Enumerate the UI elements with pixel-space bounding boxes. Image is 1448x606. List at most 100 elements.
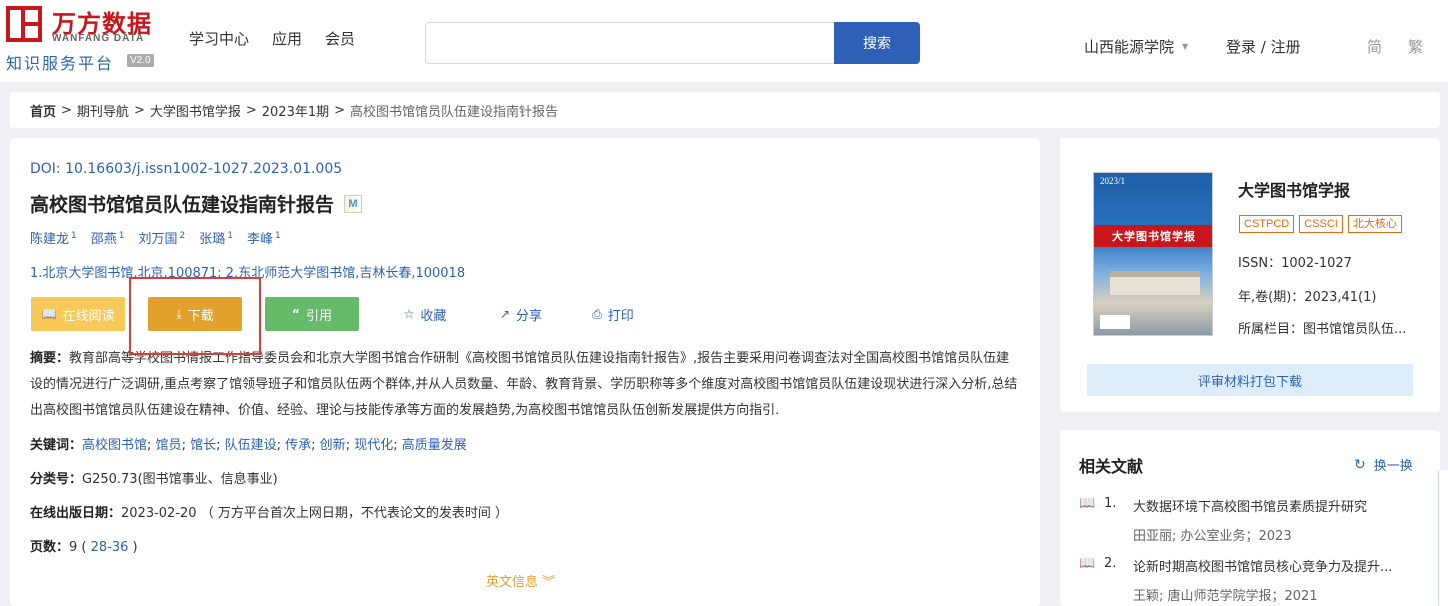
cover-barcode [1100, 315, 1130, 329]
english-info-toggle[interactable]: 英文信息 ︾ [486, 571, 555, 590]
nav-apps[interactable]: 应用 [272, 28, 302, 49]
keyword-link[interactable]: 队伍建设 [225, 438, 277, 453]
pubdate-label: 在线出版日期： [30, 506, 122, 521]
journal-name[interactable]: 大学图书馆学报 [1238, 177, 1350, 201]
share-icon: ↗ [499, 307, 511, 321]
star-icon: ☆ [403, 307, 415, 321]
breadcrumb-issue[interactable]: 2023年1期 [262, 101, 329, 120]
related-meta: 田亚丽; 办公室业务；2023 [1133, 529, 1292, 544]
cite-label: 引用 [305, 308, 332, 324]
breadcrumb: 首页 > 期刊导航 > 大学图书馆学报 > 2023年1期 > 高校图书馆馆员队… [10, 92, 1440, 128]
related-title-link[interactable]: 大数据环境下高校图书馆员素质提升研究 [1133, 496, 1423, 515]
search-button[interactable]: 搜索 [834, 22, 920, 64]
author-list: 陈建龙 1 邵燕 1 刘万国 2 张璐 1 李峰 1 [30, 228, 295, 247]
breadcrumb-home[interactable]: 首页 [30, 101, 56, 120]
favorite-label: 收藏 [420, 308, 447, 324]
keyword-link[interactable]: 传承 [285, 438, 311, 453]
journal-volume: 年,卷(期)：2023,41(1) [1238, 290, 1377, 305]
keyword-link[interactable]: 馆长 [190, 438, 216, 453]
classification-value: G250.73(图书馆事业、信息事业) [82, 472, 278, 487]
refresh-button[interactable]: ↻ 换一换 [1354, 455, 1413, 475]
keyword-link[interactable]: 现代化 [354, 438, 393, 453]
doi-line: DOI: 10.16603/j.issn1002-1027.2023.01.00… [30, 161, 342, 177]
search-box: 搜索 [425, 22, 920, 64]
share-label: 分享 [516, 308, 543, 324]
book-icon: 📖 [1079, 496, 1096, 511]
mindmap-icon[interactable]: M [344, 194, 363, 213]
cite-button[interactable]: “ 引用 [265, 297, 359, 331]
cover-year: 2023/1 [1100, 176, 1126, 186]
journal-cover-image[interactable]: 2023/1 大学图书馆学报 [1093, 172, 1213, 336]
related-number: 2. [1104, 556, 1117, 571]
search-input[interactable] [426, 23, 834, 63]
tag-cstpcd: CSTPCD [1239, 215, 1295, 233]
keyword-link[interactable]: 馆员 [156, 438, 182, 453]
classification-label: 分类号： [30, 472, 83, 487]
print-label: 打印 [607, 308, 634, 324]
breadcrumb-separator: > [61, 102, 72, 118]
keywords-row: 关键词：高校图书馆; 馆员; 馆长; 队伍建设; 传承; 创新; 现代化; 高质… [30, 438, 467, 453]
related-title-link[interactable]: 论新时期高校图书馆馆员核心竞争力及提升... [1133, 556, 1423, 575]
related-meta: 王颖; 唐山师范学院学报；2021 [1133, 589, 1318, 604]
refresh-label: 换一换 [1373, 459, 1413, 474]
breadcrumb-separator: > [133, 102, 145, 118]
tag-pku-core: 北大核心 [1347, 215, 1402, 233]
author-link[interactable]: 陈建龙 1 [30, 228, 77, 247]
index-tags: CSTPCD CSSCI 北大核心 [1239, 215, 1402, 233]
keyword-link[interactable]: 高质量发展 [402, 438, 467, 453]
keywords-label: 关键词： [30, 438, 83, 453]
pages-label: 页数： [30, 540, 70, 555]
logo-english: WANFANG DATA [52, 33, 145, 44]
pack-download-button[interactable]: 评审材料打包下载 [1087, 364, 1413, 396]
english-info-label: 英文信息 [486, 575, 539, 590]
read-online-button[interactable]: 📖 在线阅读 [31, 297, 125, 331]
author-link[interactable]: 邵燕 1 [91, 228, 125, 247]
caret-down-icon: ▼ [1182, 42, 1189, 51]
abstract-text: 教育部高等学校图书情报工作指导委员会和北京大学图书馆合作研制《高校图书馆馆员队伍… [30, 351, 1018, 418]
related-number: 1. [1104, 496, 1117, 511]
article-title-text: 高校图书馆馆员队伍建设指南针报告 [30, 194, 335, 216]
login-register-link[interactable]: 登录 / 注册 [1226, 36, 1301, 57]
favorite-button[interactable]: ☆ 收藏 [390, 297, 460, 331]
cover-building [1110, 271, 1200, 295]
classification-row: 分类号：G250.73(图书馆事业、信息事业) [30, 468, 278, 487]
main-nav: 学习中心 应用 会员 [189, 28, 378, 49]
breadcrumb-separator: > [245, 102, 257, 118]
author-link[interactable]: 刘万国 2 [139, 228, 186, 247]
abstract: 摘要：教育部高等学校图书情报工作指导委员会和北京大学图书馆合作研制《高校图书馆馆… [30, 346, 1020, 424]
lang-simplified[interactable]: 简 [1367, 36, 1382, 57]
nav-membership[interactable]: 会员 [325, 28, 355, 49]
action-bar: 📖 在线阅读 ⤓ 下载 “ 引用 ☆ 收藏 ↗ 分享 ⎙ 打印 [30, 297, 670, 331]
version-badge: V2.0 [127, 54, 154, 67]
book-icon: 📖 [1079, 556, 1096, 571]
author-link[interactable]: 张璐 1 [199, 228, 233, 247]
book-icon: 📖 [41, 307, 57, 321]
doi-label: DOI: [30, 161, 61, 177]
doi-link[interactable]: 10.16603/j.issn1002-1027.2023.01.005 [65, 161, 342, 177]
chevron-double-down-icon: ︾ [542, 575, 556, 590]
institution-selector[interactable]: 山西能源学院 ▼ [1084, 36, 1188, 57]
side-floating-tab[interactable] [1438, 470, 1448, 606]
pages-row: 页数：9 ( 28-36 ) [30, 540, 138, 555]
lang-traditional[interactable]: 繁 [1408, 36, 1423, 57]
keyword-link[interactable]: 创新 [320, 438, 346, 453]
print-button[interactable]: ⎙ 打印 [578, 297, 648, 331]
journal-issn: ISSN：1002-1027 [1238, 256, 1352, 271]
breadcrumb-journal[interactable]: 大学图书馆学报 [150, 101, 241, 120]
wanfang-logo-icon[interactable] [6, 6, 42, 42]
keyword-link[interactable]: 高校图书馆 [82, 438, 147, 453]
nav-learning-center[interactable]: 学习中心 [189, 28, 249, 49]
abstract-label: 摘要： [30, 351, 70, 366]
cover-title: 大学图书馆学报 [1094, 225, 1212, 247]
breadcrumb-separator: > [334, 102, 346, 118]
breadcrumb-journal-nav[interactable]: 期刊导航 [77, 101, 129, 120]
read-online-label: 在线阅读 [62, 308, 115, 324]
pubdate-row: 在线出版日期：2023-02-20 （ 万方平台首次上网日期，不代表论文的发表时… [30, 502, 508, 521]
pages-range-link[interactable]: 28-36 [91, 540, 129, 555]
logo-subtitle: 知识服务平台 [6, 54, 115, 73]
related-heading: 相关文献 [1079, 457, 1144, 476]
printer-icon: ⎙ [592, 306, 602, 321]
share-button[interactable]: ↗ 分享 [486, 297, 556, 331]
author-link[interactable]: 李峰 1 [247, 228, 281, 247]
quote-icon: “ [292, 307, 300, 321]
